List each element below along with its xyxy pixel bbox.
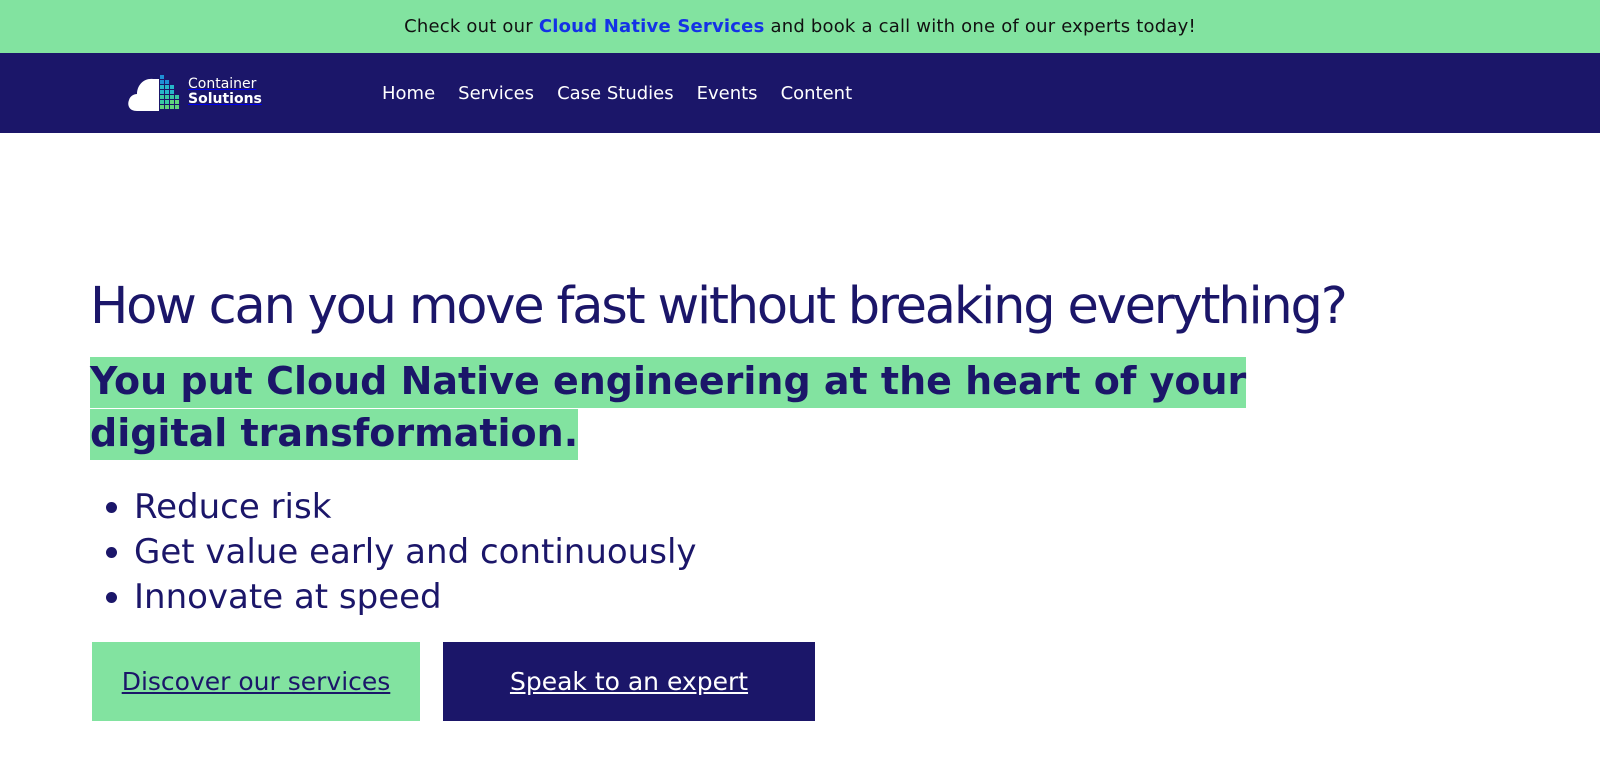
announcement-prefix: Check out our xyxy=(404,16,533,37)
announcement-link[interactable]: Cloud Native Services xyxy=(539,16,765,37)
announcement-bar: Check out our Cloud Native Services and … xyxy=(0,0,1600,53)
benefit-text: Get value early and continuously xyxy=(134,532,697,572)
nav-case-studies[interactable]: Case Studies xyxy=(557,83,674,104)
hero-subtitle-text: You put Cloud Native engineering at the … xyxy=(90,357,1247,460)
logo-line-2: Solutions xyxy=(188,91,262,107)
logo[interactable]: Container Solutions xyxy=(127,70,262,114)
benefits-list: Reduce risk Get value early and continuo… xyxy=(106,485,697,620)
nav-events[interactable]: Events xyxy=(697,83,758,104)
bullet-icon xyxy=(106,502,117,513)
bullet-icon xyxy=(106,592,117,603)
speak-to-expert-button[interactable]: Speak to an expert xyxy=(443,642,815,721)
list-item: Reduce risk xyxy=(106,485,697,530)
logo-wordmark: Container Solutions xyxy=(188,77,262,107)
list-item: Get value early and continuously xyxy=(106,530,697,575)
hero-subtitle: You put Cloud Native engineering at the … xyxy=(90,355,1350,460)
discover-services-button[interactable]: Discover our services xyxy=(92,642,420,721)
benefit-text: Innovate at speed xyxy=(134,577,442,617)
announcement-suffix: and book a call with one of our experts … xyxy=(770,16,1196,37)
nav-services[interactable]: Services xyxy=(458,83,534,104)
nav-home[interactable]: Home xyxy=(382,83,435,104)
logo-line-1: Container xyxy=(188,76,257,92)
cloud-logo-icon xyxy=(127,71,183,113)
hero-title: How can you move fast without breaking e… xyxy=(90,277,1348,336)
nav-content[interactable]: Content xyxy=(781,83,853,104)
site-header: Container Solutions Home Services Case S… xyxy=(0,53,1600,133)
benefit-text: Reduce risk xyxy=(134,487,332,527)
bullet-icon xyxy=(106,547,117,558)
main-nav: Home Services Case Studies Events Conten… xyxy=(382,53,852,133)
list-item: Innovate at speed xyxy=(106,575,697,620)
